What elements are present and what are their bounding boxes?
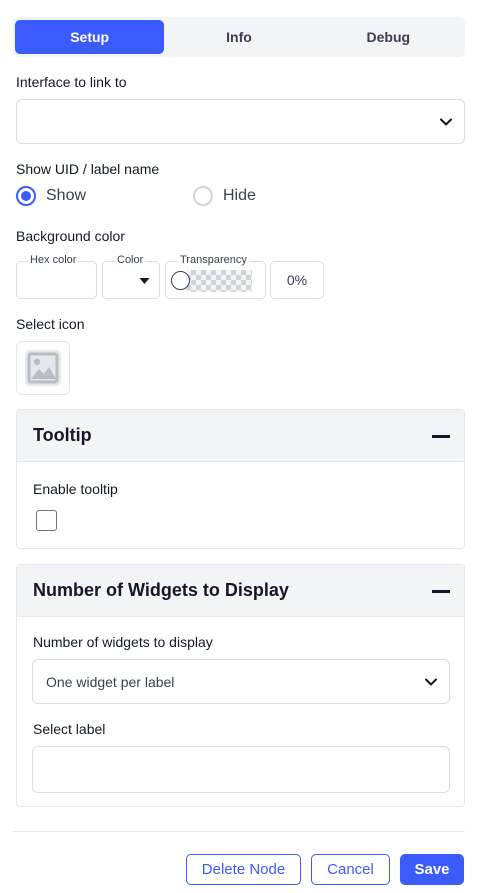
enable-tooltip-checkbox[interactable]	[36, 510, 57, 531]
radio-hide-circle[interactable]	[193, 186, 213, 206]
tab-setup[interactable]: Setup	[15, 20, 165, 54]
widget-count-value: One widget per label	[46, 674, 175, 690]
transparency-value: 0%	[286, 272, 308, 288]
color-dropdown[interactable]: Color	[102, 254, 160, 299]
radio-show-circle[interactable]	[16, 186, 36, 206]
transparency-slider-handle[interactable]	[171, 271, 190, 290]
cancel-button[interactable]: Cancel	[311, 854, 390, 885]
select-label-input[interactable]	[32, 746, 450, 793]
tooltip-panel-title: Tooltip	[33, 425, 92, 445]
transparency-value-field[interactable]: 0%	[270, 261, 324, 299]
radio-show-label: Show	[46, 187, 87, 204]
widget-count-label: Number of widgets to display	[33, 634, 213, 650]
tab-info[interactable]: Info	[164, 20, 313, 54]
interface-select[interactable]	[16, 99, 465, 144]
widgets-panel-title: Number of Widgets to Display	[33, 580, 289, 600]
radio-hide[interactable]: Hide	[193, 186, 256, 206]
uid-label: Show UID / label name	[16, 161, 160, 177]
enable-tooltip-label: Enable tooltip	[33, 481, 118, 497]
icon-picker-button[interactable]	[16, 341, 70, 395]
widgets-panel: Number of Widgets to Display Number of w…	[16, 564, 465, 807]
tooltip-panel: Tooltip Enable tooltip	[16, 409, 465, 549]
delete-node-button[interactable]: Delete Node	[186, 854, 301, 885]
save-button[interactable]: Save	[400, 854, 464, 885]
collapse-icon[interactable]	[432, 590, 450, 593]
radio-show[interactable]: Show	[16, 186, 193, 206]
footer-divider	[13, 831, 465, 832]
widget-count-select[interactable]: One widget per label	[32, 659, 450, 704]
tab-bar: Setup Info Debug	[13, 17, 465, 57]
hex-color-input[interactable]: Hex color	[16, 254, 97, 299]
color-caption: Color	[115, 254, 146, 266]
select-icon-label: Select icon	[16, 316, 85, 332]
select-label-label: Select label	[33, 721, 106, 737]
image-placeholder-icon	[25, 350, 61, 386]
uid-radio-group: Show Hide	[16, 186, 256, 206]
caret-down-icon	[139, 278, 150, 284]
chevron-down-icon	[440, 118, 452, 126]
radio-hide-label: Hide	[223, 187, 256, 204]
transparency-checker	[186, 270, 252, 292]
collapse-icon[interactable]	[432, 435, 450, 438]
transparency-caption: Transparency	[178, 254, 249, 266]
interface-label: Interface to link to	[16, 74, 127, 90]
transparency-slider[interactable]: Transparency	[165, 254, 266, 299]
tab-debug[interactable]: Debug	[314, 20, 463, 54]
widgets-panel-header[interactable]: Number of Widgets to Display	[17, 565, 464, 617]
tooltip-panel-header[interactable]: Tooltip	[17, 410, 464, 462]
hex-color-caption: Hex color	[28, 254, 79, 266]
background-color-label: Background color	[16, 228, 125, 244]
chevron-down-icon	[425, 678, 437, 686]
